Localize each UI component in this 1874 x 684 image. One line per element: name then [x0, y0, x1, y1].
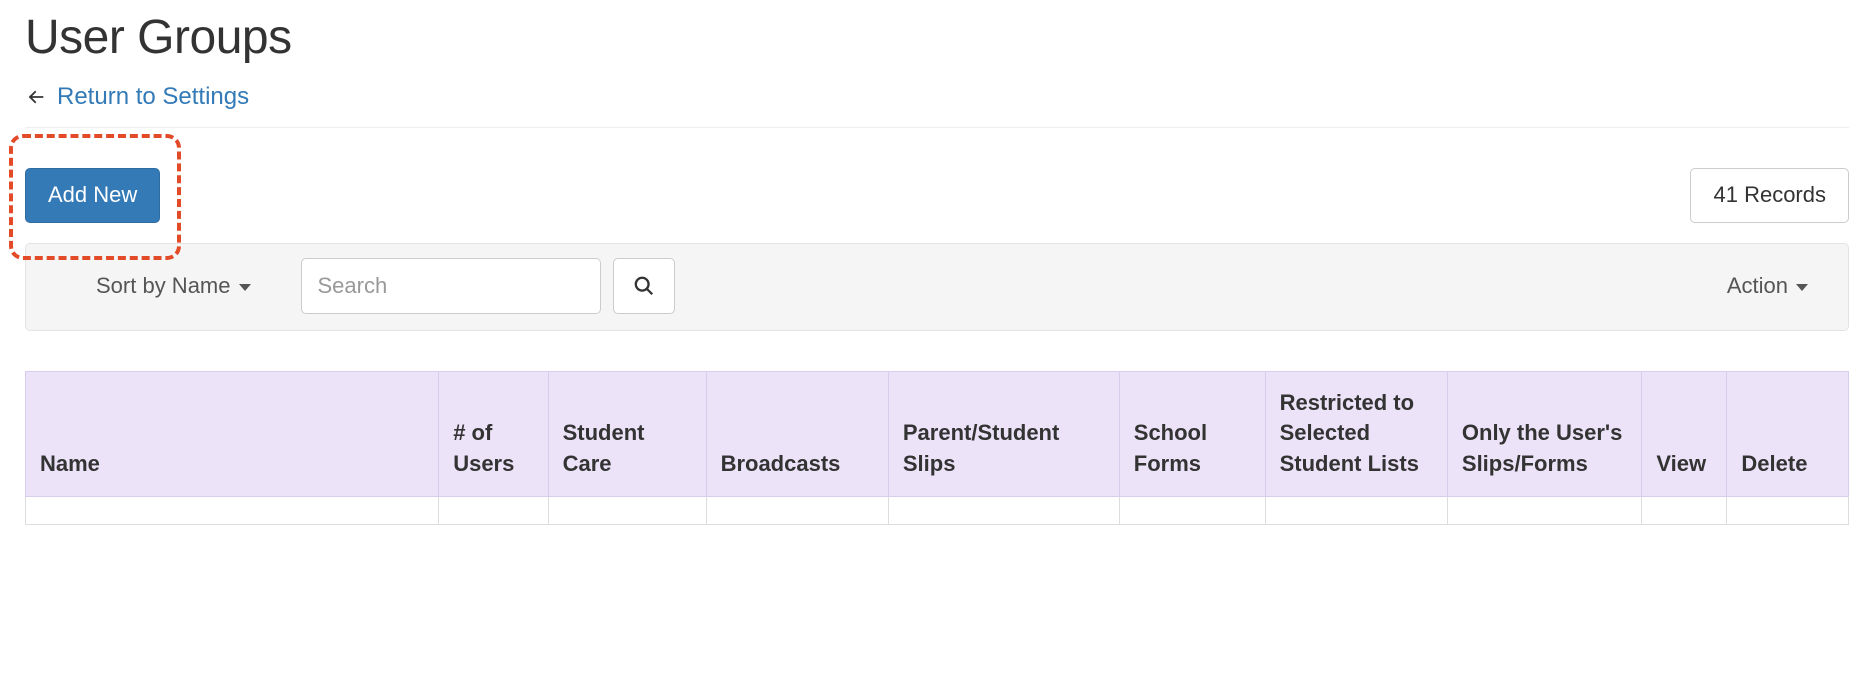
search-button[interactable]	[613, 258, 675, 314]
action-dropdown[interactable]: Action	[1727, 273, 1808, 299]
col-header-broadcasts[interactable]: Broadcasts	[706, 371, 888, 496]
col-header-forms[interactable]: School Forms	[1119, 371, 1265, 496]
search-icon	[633, 275, 655, 297]
col-header-view[interactable]: View	[1642, 371, 1727, 496]
col-header-name[interactable]: Name	[26, 371, 439, 496]
col-header-slips[interactable]: Parent/Student Slips	[888, 371, 1119, 496]
sort-by-dropdown[interactable]: Sort by Name	[96, 273, 251, 299]
col-header-users[interactable]: # of Users	[439, 371, 548, 496]
user-groups-table: Name # of Users Student Care Broadcasts …	[25, 371, 1849, 525]
search-input[interactable]	[301, 258, 601, 314]
return-to-settings-link[interactable]: Return to Settings	[25, 83, 249, 111]
records-count-button[interactable]: 41 Records	[1690, 168, 1849, 223]
add-new-button[interactable]: Add New	[25, 168, 160, 223]
page-title: User Groups	[25, 10, 1849, 65]
divider	[25, 127, 1849, 128]
filter-bar: Sort by Name Action	[25, 243, 1849, 331]
table-row[interactable]	[26, 496, 1849, 524]
action-label: Action	[1727, 273, 1788, 299]
caret-down-icon	[1796, 284, 1808, 291]
caret-down-icon	[239, 284, 251, 291]
col-header-only[interactable]: Only the User's Slips/Forms	[1447, 371, 1641, 496]
col-header-restricted[interactable]: Restricted to Selected Student Lists	[1265, 371, 1447, 496]
sort-by-label: Sort by Name	[96, 273, 231, 299]
col-header-delete[interactable]: Delete	[1727, 371, 1849, 496]
table-header-row: Name # of Users Student Care Broadcasts …	[26, 371, 1849, 496]
arrow-left-icon	[25, 86, 47, 108]
col-header-care[interactable]: Student Care	[548, 371, 706, 496]
return-link-label: Return to Settings	[57, 83, 249, 111]
